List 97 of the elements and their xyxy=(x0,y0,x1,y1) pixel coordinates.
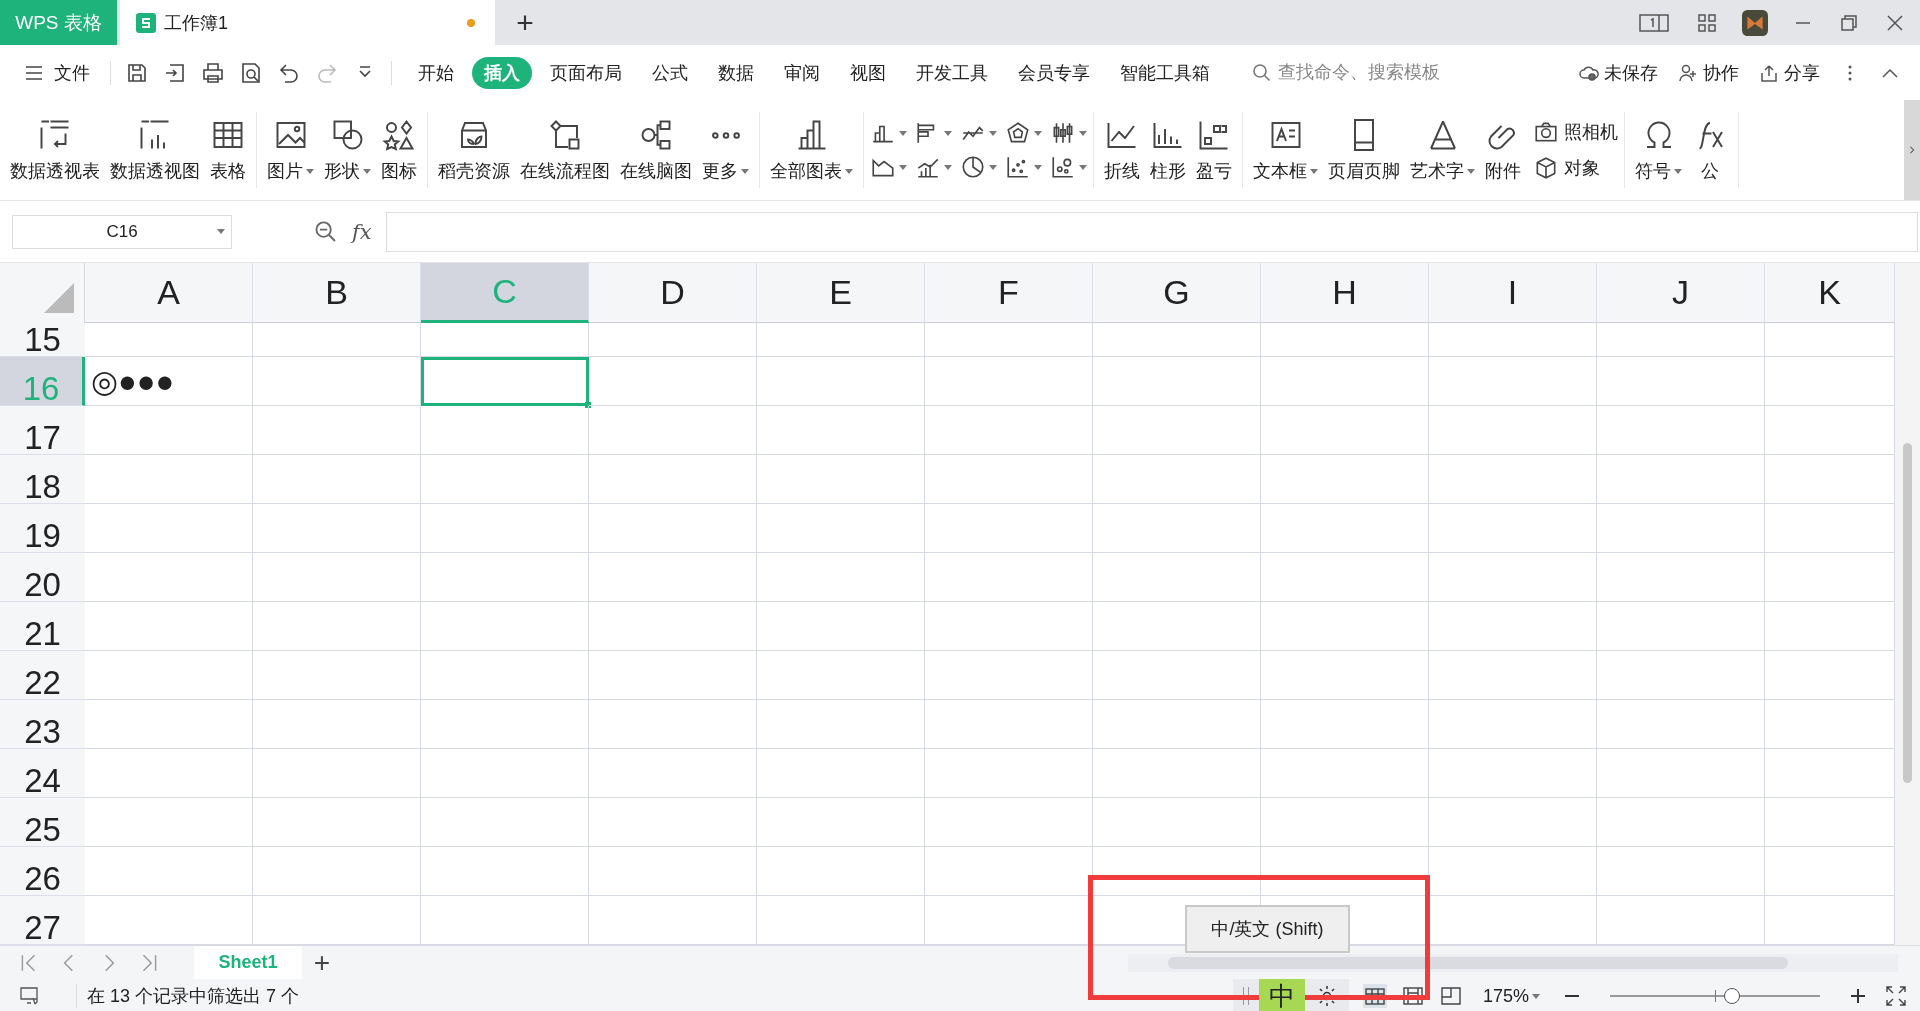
row-header[interactable]: 26 xyxy=(0,847,85,896)
ribbon-button[interactable]: 表格 xyxy=(206,113,250,187)
row-header[interactable]: 18 xyxy=(0,455,85,504)
screen-icon[interactable] xyxy=(1636,12,1672,33)
zoom-slider-thumb[interactable] xyxy=(1723,988,1740,1004)
column-header[interactable]: E xyxy=(757,263,925,323)
ribbon-button[interactable]: 数据透视表 xyxy=(6,113,104,187)
ribbon-tab[interactable]: 智能工具箱 xyxy=(1108,56,1222,89)
name-box[interactable]: C16 xyxy=(12,214,232,249)
input-mode-button[interactable]: 中 xyxy=(1258,979,1305,1011)
grid-icon[interactable] xyxy=(1696,12,1718,33)
ribbon-button[interactable]: 公 xyxy=(1688,113,1732,187)
row-header[interactable]: 24 xyxy=(0,749,85,798)
ribbon-button[interactable]: 页眉页脚 xyxy=(1324,113,1404,187)
add-sheet-button[interactable]: + xyxy=(302,946,342,979)
fullscreen-icon[interactable] xyxy=(1884,984,1908,1008)
ribbon-tab[interactable]: 审阅 xyxy=(772,56,832,89)
row-header[interactable]: 27 xyxy=(0,896,85,945)
column-header[interactable]: J xyxy=(1597,263,1765,323)
ribbon-tab[interactable]: 会员专享 xyxy=(1006,56,1102,89)
function-label[interactable]: fx xyxy=(352,219,372,244)
document-title: 工作簿1 xyxy=(164,11,229,35)
formula-input[interactable] xyxy=(385,211,1918,252)
row-header[interactable]: 21 xyxy=(0,602,85,651)
share-icon xyxy=(1759,62,1779,83)
close-icon[interactable] xyxy=(1884,12,1906,33)
ribbon-button[interactable]: 形状 xyxy=(320,113,375,187)
ribbon-tab[interactable]: 开发工具 xyxy=(904,56,1000,89)
pie-chart-button[interactable] xyxy=(960,154,997,180)
bar-chart-button[interactable] xyxy=(915,120,952,146)
vertical-scrollbar[interactable] xyxy=(1895,263,1920,945)
column-header[interactable]: G xyxy=(1093,263,1261,323)
icons-icon xyxy=(381,117,417,153)
search-field[interactable]: 查找命令、搜索模板 xyxy=(1252,61,1512,84)
ribbon-button[interactable]: 在线流程图 xyxy=(516,113,614,187)
print-preview-icon[interactable] xyxy=(239,60,263,85)
ribbon-button[interactable]: 图片 xyxy=(263,113,318,187)
column-header[interactable]: I xyxy=(1429,263,1597,323)
new-tab-button[interactable]: + xyxy=(495,0,555,45)
row-header[interactable]: 15 xyxy=(0,323,85,357)
search-icon xyxy=(1252,62,1272,83)
ribbon-button[interactable]: 符号 xyxy=(1631,113,1686,187)
toolbar-action[interactable]: 分享 xyxy=(1759,60,1820,85)
scatter-chart-icon xyxy=(1005,154,1031,180)
bubble-chart-icon xyxy=(1050,154,1076,180)
ribbon-tab[interactable]: 页面布局 xyxy=(538,56,634,89)
row-header[interactable]: 25 xyxy=(0,798,85,847)
ribbon-button[interactable]: 全部图表 xyxy=(766,113,857,187)
file-menu[interactable]: 文件 xyxy=(0,60,111,85)
ribbon-button[interactable]: 数据透视图 xyxy=(106,113,204,187)
toolbar-action[interactable]: 未保存 xyxy=(1579,60,1658,85)
row-header[interactable]: 22 xyxy=(0,651,85,700)
ribbon-button[interactable]: 图标 xyxy=(377,113,421,187)
pie-chart-icon xyxy=(960,154,986,180)
tooltip: 中/英文 (Shift) xyxy=(1185,905,1350,953)
toolbar-action[interactable]: 协作 xyxy=(1678,60,1739,85)
horizontal-scrollbar[interactable] xyxy=(1128,953,1898,972)
zoom-level[interactable]: 175% xyxy=(1482,985,1540,1007)
zoom-icon[interactable] xyxy=(314,219,338,244)
row-header[interactable]: 19 xyxy=(0,504,85,553)
column-header[interactable]: F xyxy=(925,263,1093,323)
row-header[interactable]: 17 xyxy=(0,406,85,455)
bubble-chart-button[interactable] xyxy=(1050,154,1087,180)
ribbon-tab[interactable]: 数据 xyxy=(706,56,766,89)
page-layout-icon[interactable] xyxy=(1400,984,1425,1008)
ribbon-button[interactable]: 在线脑图 xyxy=(616,113,696,187)
ribbon-button[interactable]: 盈亏 xyxy=(1192,113,1236,187)
row-header[interactable]: 23 xyxy=(0,700,85,749)
status-message: 在 13 个记录中筛选出 7 个 xyxy=(76,984,300,1008)
ribbon-tab[interactable]: 公式 xyxy=(640,56,700,89)
ribbon-button[interactable]: 稻壳资源 xyxy=(434,113,514,187)
table-cell: ◎●●● xyxy=(85,357,253,406)
triangle-icon xyxy=(44,283,74,313)
ribbon-tab[interactable]: 开始 xyxy=(406,56,466,89)
ribbon-button[interactable]: 对象 xyxy=(1533,155,1618,181)
ribbon-button[interactable]: 照相机 xyxy=(1533,119,1618,145)
ribbon-button[interactable]: 更多 xyxy=(698,113,753,187)
ribbon-button[interactable]: 文本框 xyxy=(1249,113,1322,187)
row-header[interactable]: 20 xyxy=(0,553,85,602)
more-icon xyxy=(711,131,740,139)
ribbon-tab[interactable]: 视图 xyxy=(838,56,898,89)
active-cell[interactable] xyxy=(421,357,589,406)
page-break-icon[interactable] xyxy=(1438,984,1463,1008)
scatter-chart-button[interactable] xyxy=(1005,154,1042,180)
column-header[interactable]: A xyxy=(85,263,253,323)
ribbon-button[interactable]: 附件 xyxy=(1481,113,1525,187)
ribbon-button[interactable]: 艺术字 xyxy=(1406,113,1479,187)
ribbon-button[interactable]: 柱形 xyxy=(1146,113,1190,187)
column-header[interactable]: H xyxy=(1261,263,1429,323)
print-icon[interactable] xyxy=(201,60,225,85)
add-user-icon xyxy=(1678,62,1698,83)
column-header[interactable]: D xyxy=(589,263,757,323)
ribbon-button[interactable]: 折线 xyxy=(1100,113,1144,187)
avatar[interactable] xyxy=(1742,9,1768,36)
document-tab[interactable]: 工作簿1 xyxy=(120,0,495,45)
spreadsheet-icon xyxy=(136,12,156,33)
restore-icon[interactable] xyxy=(1838,12,1860,33)
